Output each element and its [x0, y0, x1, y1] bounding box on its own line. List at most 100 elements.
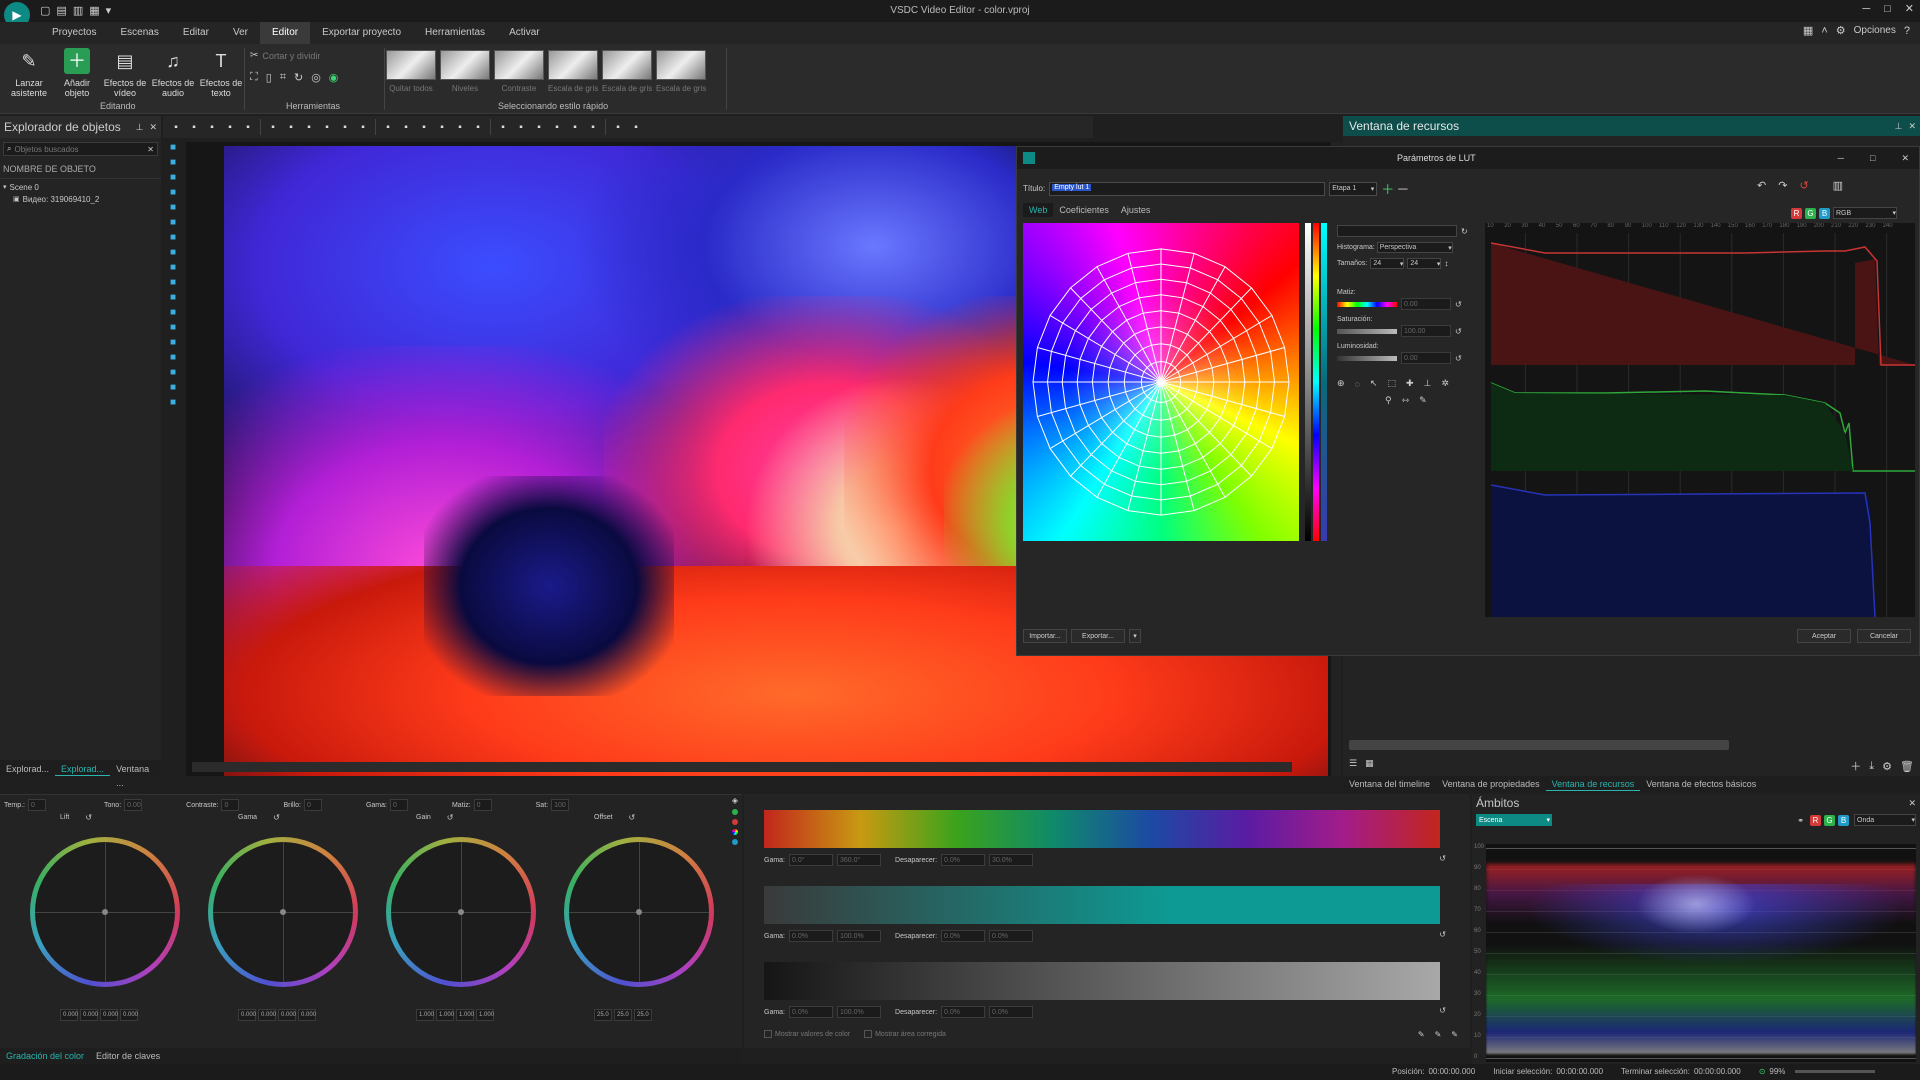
color-wheel-ring[interactable]: [30, 837, 180, 987]
menu-item-3[interactable]: Ver: [221, 22, 260, 44]
saturation-slider[interactable]: [1337, 328, 1397, 334]
wheel-handle[interactable]: [280, 909, 286, 915]
pin-icon[interactable]: ⊥: [1895, 121, 1903, 132]
param-value[interactable]: 0: [28, 799, 47, 811]
lut-tab-0[interactable]: Web: [1023, 203, 1054, 217]
menu-item-6[interactable]: Herramientas: [413, 22, 497, 44]
reset-wheel-icon[interactable]: ↺: [273, 813, 280, 822]
spread-icon[interactable]: ✲: [1441, 378, 1449, 389]
brush-icon[interactable]: ■: [170, 232, 176, 243]
param-value[interactable]: 0.00: [124, 799, 143, 811]
channel-mode-select[interactable]: RGB ▾: [1833, 207, 1897, 219]
color-wheel-ring[interactable]: [386, 837, 536, 987]
animation-icon[interactable]: ■: [170, 337, 176, 348]
color-wheel-center[interactable]: [569, 842, 709, 982]
bring-front-icon[interactable]: ▪: [531, 119, 547, 135]
quick-style-item-4[interactable]: Escala de gris: [602, 50, 652, 93]
scope-chip-r[interactable]: R: [1810, 814, 1821, 826]
reset-wheel-icon[interactable]: ↺: [447, 813, 454, 822]
group-icon[interactable]: ▪: [567, 119, 583, 135]
add-icon[interactable]: ＋: [1850, 758, 1861, 774]
select-icon[interactable]: ▪: [240, 119, 256, 135]
quick-style-item-5[interactable]: Escala de gris: [656, 50, 706, 93]
sprite-icon[interactable]: ■: [170, 307, 176, 318]
lut-web-grid[interactable]: [1023, 223, 1299, 541]
menu-item-5[interactable]: Exportar proyecto: [310, 22, 413, 44]
luma-bar[interactable]: [1305, 223, 1311, 541]
tree-item-scene[interactable]: ▾ Scene 0: [3, 181, 158, 193]
settings-icon[interactable]: ⚙: [1882, 760, 1892, 773]
adjust-icon[interactable]: ■: [170, 382, 176, 393]
swatch-multi-icon[interactable]: [732, 829, 738, 835]
undo-icon[interactable]: ▪: [265, 119, 281, 135]
color-grading-tab-0[interactable]: Gradación del color: [0, 1049, 90, 1063]
lut-tab-2[interactable]: Ajustes: [1115, 203, 1157, 217]
animation-2-icon[interactable]: ■: [170, 352, 176, 363]
menu-item-7[interactable]: Activar: [497, 22, 552, 44]
swap-icon[interactable]: ↕: [1444, 259, 1448, 268]
redo-icon[interactable]: ▪: [283, 119, 299, 135]
reset-luminosity-icon[interactable]: ↺: [1455, 354, 1462, 363]
panel-close-icon[interactable]: ✕: [1908, 121, 1916, 132]
rectangle-icon[interactable]: ■: [170, 202, 176, 213]
scope-chip-g[interactable]: G: [1824, 814, 1835, 826]
wheel-value[interactable]: 25.0: [614, 1009, 632, 1021]
wheel-value[interactable]: 0.000: [238, 1009, 256, 1021]
move-icon[interactable]: ■: [170, 397, 176, 408]
crop-tools-icon[interactable]: ⛶: [250, 71, 258, 84]
scope-mode-select[interactable]: Onda ▾: [1854, 814, 1916, 826]
callout-icon[interactable]: ■: [170, 277, 176, 288]
link-icon[interactable]: ⇿: [1402, 395, 1410, 406]
grid-view-icon[interactable]: ▦: [1365, 758, 1374, 769]
web-spoke[interactable]: [1049, 314, 1162, 383]
move-up-icon[interactable]: ▪: [495, 119, 511, 135]
chart-icon[interactable]: ■: [170, 292, 176, 303]
resource-tab-3[interactable]: Ventana de efectos básicos: [1640, 777, 1762, 791]
pin-icon[interactable]: ⊥: [136, 122, 144, 133]
show-values-checkbox[interactable]: [764, 1030, 772, 1038]
add-point-icon[interactable]: ✚: [1406, 378, 1414, 389]
scope-source-select[interactable]: Escena ▾: [1476, 814, 1552, 826]
color-wheel-center[interactable]: [213, 842, 353, 982]
gama-max[interactable]: 100.0%: [837, 1006, 882, 1018]
quick-style-item-2[interactable]: Contraste: [494, 50, 544, 93]
align-center-icon[interactable]: ▪: [337, 119, 353, 135]
menu-item-2[interactable]: Editar: [171, 22, 221, 44]
waveform-scope[interactable]: [1486, 844, 1916, 1062]
gradient-bar-0[interactable]: [764, 810, 1440, 848]
tree-item-video[interactable]: ▣ Видео: 319069410_2: [3, 193, 158, 205]
color-icon[interactable]: ◉: [329, 71, 339, 84]
import-button[interactable]: Importar...: [1023, 629, 1067, 643]
maximize-icon[interactable]: □: [1870, 153, 1875, 163]
reset-gradient-icon[interactable]: ↺: [1439, 930, 1446, 939]
wheel-value[interactable]: 1.000: [416, 1009, 434, 1021]
chevron-up-icon[interactable]: ˄: [1821, 25, 1827, 37]
resource-tab-0[interactable]: Ventana del timeline: [1343, 777, 1436, 791]
sat-bar[interactable]: [1321, 223, 1327, 541]
line-icon[interactable]: ■: [170, 187, 176, 198]
wheel-handle[interactable]: [636, 909, 642, 915]
web-spoke[interactable]: [1160, 314, 1273, 383]
gama-max[interactable]: 360.0°: [837, 854, 882, 866]
gradient-bar-2[interactable]: [764, 962, 1440, 1000]
hue-slider[interactable]: [1337, 301, 1397, 307]
gama-min[interactable]: 0.0%: [789, 1006, 834, 1018]
wheel-value[interactable]: 0.000: [298, 1009, 316, 1021]
web-spoke[interactable]: [1070, 287, 1162, 383]
align-bottom-icon[interactable]: ▪: [416, 119, 432, 135]
copy-icon[interactable]: ▪: [186, 119, 202, 135]
eyedropper-plus-icon[interactable]: ✎: [1435, 1030, 1442, 1039]
lut-tab-1[interactable]: Coeficientes: [1053, 203, 1115, 217]
zoom-icon[interactable]: ⊙: [1759, 1067, 1766, 1076]
paste-icon[interactable]: ▪: [204, 119, 220, 135]
swatch-green-icon[interactable]: [732, 809, 738, 815]
color-wheel-ring[interactable]: [564, 837, 714, 987]
fade-min[interactable]: 0.0%: [941, 1006, 986, 1018]
param-value[interactable]: 0: [303, 799, 322, 811]
gear-icon[interactable]: ⚙: [1836, 24, 1846, 37]
hue-bar[interactable]: [1313, 223, 1319, 541]
wheel-value[interactable]: 1.000: [436, 1009, 454, 1021]
image-icon[interactable]: ■: [170, 322, 176, 333]
hue-value[interactable]: 0.00: [1401, 298, 1451, 310]
cut-and-split-label[interactable]: Cortar y dividir: [262, 51, 320, 61]
